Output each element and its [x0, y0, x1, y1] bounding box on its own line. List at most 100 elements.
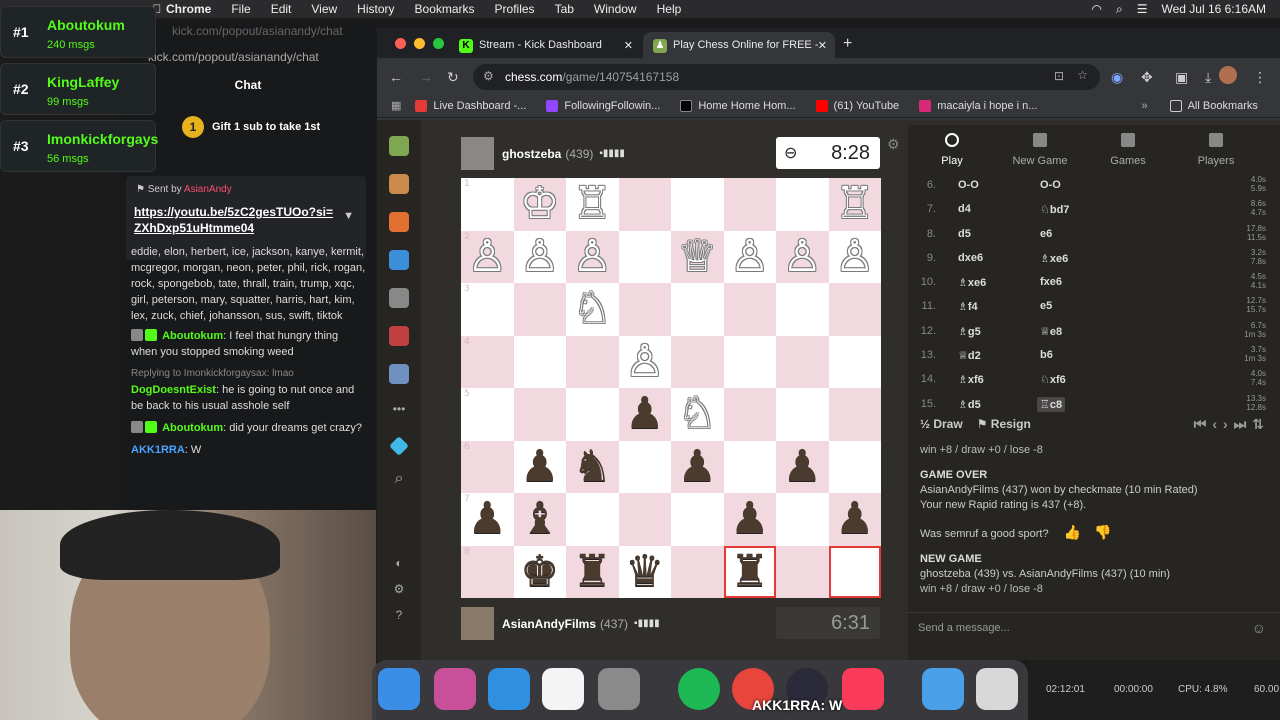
board-square[interactable]: [776, 388, 829, 441]
safari-icon[interactable]: [488, 668, 530, 710]
bottom-player-name[interactable]: AsianAndyFilms: [502, 617, 596, 631]
board-square[interactable]: ♟: [723, 493, 776, 546]
bookmarks-overflow-icon[interactable]: »: [1141, 100, 1147, 112]
board-square[interactable]: [723, 178, 776, 231]
emoji-icon[interactable]: ☺: [1252, 620, 1266, 636]
board-square[interactable]: ♙: [828, 230, 881, 283]
social-icon[interactable]: [389, 364, 409, 384]
thumbs-up-icon[interactable]: 👍: [1064, 524, 1081, 540]
board-square[interactable]: ♕: [671, 230, 724, 283]
board-square[interactable]: ♙: [776, 230, 829, 283]
chess-piece[interactable]: ♙: [625, 336, 664, 387]
bookmark-item[interactable]: (61) YouTube: [815, 99, 899, 112]
sidepanel-icon[interactable]: ▣: [1175, 69, 1188, 86]
chess-piece[interactable]: ♟: [625, 388, 664, 439]
white-move[interactable]: ♗f4: [958, 300, 978, 313]
board-square[interactable]: ♟: [671, 440, 724, 493]
help-icon[interactable]: ?: [389, 608, 409, 628]
white-move[interactable]: ♕d2: [958, 349, 981, 362]
chevron-down-icon[interactable]: ▼: [343, 210, 354, 222]
chess-piece[interactable]: ♟: [783, 441, 822, 492]
board-square[interactable]: [828, 283, 881, 336]
menu-profiles[interactable]: Profiles: [495, 2, 535, 16]
apps-grid-icon[interactable]: ▦: [391, 99, 401, 112]
board-square[interactable]: ♟: [776, 440, 829, 493]
chess-piece[interactable]: ♟: [835, 493, 874, 544]
chess-piece[interactable]: ♙: [783, 231, 822, 282]
chess-piece[interactable]: ♕: [678, 231, 717, 282]
tab-play[interactable]: Play: [908, 125, 996, 171]
board-square[interactable]: [513, 283, 566, 336]
board-square[interactable]: ♜: [566, 545, 619, 598]
board-square[interactable]: [776, 335, 829, 388]
board-square[interactable]: 6: [461, 440, 514, 493]
black-move[interactable]: e5: [1040, 300, 1052, 312]
chess-piece[interactable]: ♔: [520, 178, 559, 229]
chat-username[interactable]: Aboutokum: [162, 422, 223, 434]
trash-icon[interactable]: [976, 668, 1018, 710]
board-square[interactable]: [723, 440, 776, 493]
chess-piece[interactable]: ♟: [730, 493, 769, 544]
black-move[interactable]: ♖c8: [1037, 396, 1066, 412]
black-move[interactable]: ♘bd7: [1040, 203, 1069, 216]
tab-kick-dashboard[interactable]: K Stream - Kick Dashboard ✕: [449, 32, 641, 60]
learn-icon[interactable]: [389, 250, 409, 270]
chess-piece[interactable]: ♞: [573, 441, 612, 492]
chess-piece[interactable]: ♝: [520, 493, 559, 544]
clock-text[interactable]: Wed Jul 16 6:16AM: [1161, 2, 1266, 16]
chess-piece[interactable]: ♖: [573, 178, 612, 229]
board-square[interactable]: [776, 283, 829, 336]
back-icon[interactable]: ←: [389, 69, 403, 85]
menu-file[interactable]: File: [231, 2, 250, 16]
bookmark-item[interactable]: Live Dashboard -...: [415, 99, 526, 112]
avatar[interactable]: [461, 607, 494, 640]
board-square[interactable]: [618, 283, 671, 336]
board-square[interactable]: ♖: [566, 178, 619, 231]
calendar-icon[interactable]: [542, 668, 584, 710]
menu-tab[interactable]: Tab: [555, 2, 574, 16]
menu-app[interactable]: Chrome: [166, 2, 211, 16]
board-square[interactable]: ♘: [566, 283, 619, 336]
chat-username[interactable]: Aboutokum: [162, 330, 223, 342]
board-square[interactable]: ♙: [723, 230, 776, 283]
reload-icon[interactable]: ↻: [447, 69, 459, 86]
download-icon[interactable]: ⤓: [1205, 69, 1211, 86]
board-square[interactable]: [618, 230, 671, 283]
close-window-icon[interactable]: [395, 38, 406, 49]
address-url[interactable]: chess.com/game/140754167158: [505, 70, 679, 84]
white-move[interactable]: O-O: [958, 179, 979, 191]
chess-piece[interactable]: ♙: [468, 231, 507, 282]
tab-new-game[interactable]: New Game: [996, 125, 1084, 171]
board-square[interactable]: 7 ♟: [461, 493, 514, 546]
site-info-icon[interactable]: ⚙: [483, 69, 494, 83]
board-square[interactable]: [828, 388, 881, 441]
board-square[interactable]: [618, 493, 671, 546]
chess-piece[interactable]: ♘: [678, 388, 717, 439]
avatar[interactable]: [461, 137, 494, 170]
watch-icon[interactable]: [389, 288, 409, 308]
minimize-window-icon[interactable]: [414, 38, 425, 49]
chess-piece[interactable]: ♙: [730, 231, 769, 282]
zoom-window-icon[interactable]: [433, 38, 444, 49]
chess-piece[interactable]: ♙: [520, 231, 559, 282]
board-square[interactable]: [671, 493, 724, 546]
board-square[interactable]: ♙: [618, 335, 671, 388]
board-square[interactable]: [671, 283, 724, 336]
black-move[interactable]: ♗xe6: [1040, 252, 1068, 265]
board-square[interactable]: ♞: [566, 440, 619, 493]
board-square[interactable]: [828, 440, 881, 493]
reply-context[interactable]: Replying to Imonkickforgaysax: lmao: [131, 366, 367, 382]
spotify-icon[interactable]: [678, 668, 720, 710]
close-tab-icon[interactable]: ✕: [624, 39, 633, 52]
board-square[interactable]: 2 ♙: [461, 230, 514, 283]
white-move[interactable]: ♗xe6: [958, 276, 986, 289]
diamond-icon[interactable]: [389, 436, 409, 456]
settings-icon[interactable]: ⚙: [389, 582, 409, 602]
install-icon[interactable]: ⊡: [1054, 69, 1064, 83]
board-square[interactable]: [618, 178, 671, 231]
board-square[interactable]: ♟: [513, 440, 566, 493]
forward-icon[interactable]: →: [419, 69, 433, 85]
chess-piece[interactable]: ♟: [678, 441, 717, 492]
black-move[interactable]: ♘xf6: [1040, 373, 1066, 386]
bookmark-item[interactable]: macaiyla i hope i n...: [919, 99, 1037, 112]
